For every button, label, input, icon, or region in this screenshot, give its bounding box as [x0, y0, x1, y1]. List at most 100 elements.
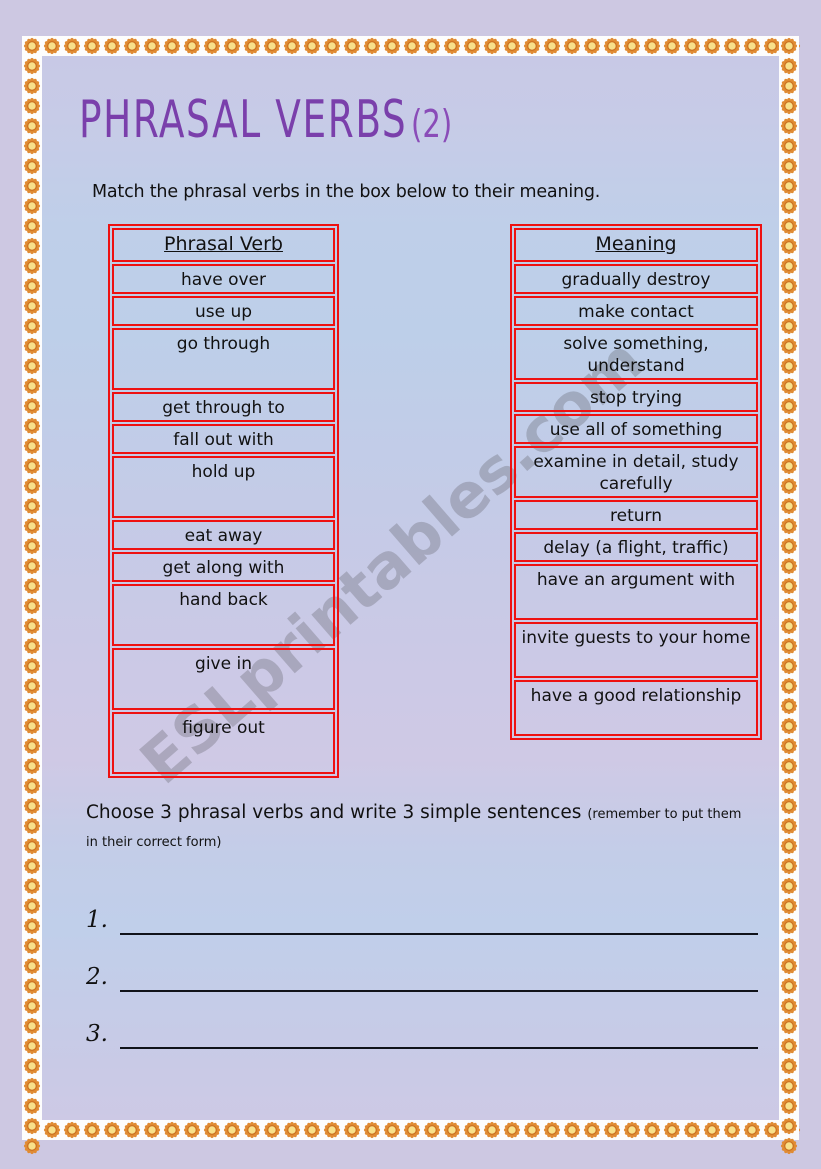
sunflower-icon	[780, 397, 798, 415]
table-row[interactable]: solve something, understand	[514, 328, 758, 380]
sunflower-icon	[23, 217, 41, 235]
border-flower	[662, 1120, 682, 1140]
sunflower-icon	[780, 697, 798, 715]
table-row[interactable]: have over	[112, 264, 335, 294]
border-flower	[22, 796, 42, 816]
sunflower-icon	[223, 37, 241, 55]
table-row[interactable]: stop trying	[514, 382, 758, 412]
border-flower	[22, 196, 42, 216]
sunflower-icon	[143, 1121, 161, 1139]
table-row[interactable]: have an argument with	[514, 564, 758, 620]
table-row[interactable]: examine in detail, study carefully	[514, 446, 758, 498]
sunflower-icon	[303, 1121, 321, 1139]
border-flower	[22, 216, 42, 236]
border-flower	[22, 936, 42, 956]
border-flower	[22, 956, 42, 976]
sunflower-icon	[423, 37, 441, 55]
table-row[interactable]: fall out with	[112, 424, 335, 454]
table-row[interactable]: make contact	[514, 296, 758, 326]
border-flower	[779, 916, 799, 936]
table-row[interactable]: use up	[112, 296, 335, 326]
table-row[interactable]: gradually destroy	[514, 264, 758, 294]
border-flower	[779, 176, 799, 196]
border-flower	[779, 496, 799, 516]
table-row[interactable]: have a good relationship	[514, 680, 758, 736]
sunflower-icon	[23, 257, 41, 275]
border-flower	[62, 1120, 82, 1140]
border-flower	[779, 336, 799, 356]
border-flower	[562, 36, 582, 56]
border-flower	[62, 36, 82, 56]
answer-input-line[interactable]	[120, 989, 758, 992]
border-flower	[779, 476, 799, 496]
border-flower	[502, 36, 522, 56]
sunflower-icon	[780, 417, 798, 435]
table-row[interactable]: hand back	[112, 584, 335, 646]
sunflower-icon	[283, 37, 301, 55]
border-flower	[779, 576, 799, 596]
sunflower-icon	[780, 817, 798, 835]
table-row[interactable]: get through to	[112, 392, 335, 422]
sunflower-icon	[123, 1121, 141, 1139]
sunflower-icon	[363, 1121, 381, 1139]
border-flower	[542, 1120, 562, 1140]
sunflower-icon	[780, 77, 798, 95]
sunflower-icon	[283, 1121, 301, 1139]
sunflower-icon	[780, 957, 798, 975]
border-flower	[779, 756, 799, 776]
border-flower	[142, 36, 162, 56]
border-flower	[22, 156, 42, 176]
answer-input-line[interactable]	[120, 932, 758, 935]
table-row[interactable]: return	[514, 500, 758, 530]
sunflower-icon	[780, 557, 798, 575]
sunflower-icon	[23, 397, 41, 415]
border-flower	[779, 256, 799, 276]
sunflower-icon	[780, 1057, 798, 1075]
border-flower	[602, 36, 622, 56]
sunflower-icon	[583, 37, 601, 55]
table-row[interactable]: give in	[112, 648, 335, 710]
border-flower	[702, 36, 722, 56]
sunflower-icon	[780, 997, 798, 1015]
sunflower-icon	[743, 37, 761, 55]
border-flower	[142, 1120, 162, 1140]
border-flower	[82, 36, 102, 56]
table-row[interactable]: hold up	[112, 456, 335, 518]
table-row[interactable]: delay (a flight, traffic)	[514, 532, 758, 562]
border-flower	[779, 436, 799, 456]
sunflower-icon	[243, 37, 261, 55]
table-row[interactable]: eat away	[112, 520, 335, 550]
border-flower	[442, 1120, 462, 1140]
border-flower	[402, 36, 422, 56]
table-row[interactable]: use all of something	[514, 414, 758, 444]
border-flower	[722, 1120, 742, 1140]
border-flower	[779, 816, 799, 836]
sunflower-icon	[483, 37, 501, 55]
table-row[interactable]: figure out	[112, 712, 335, 774]
sunflower-icon	[780, 157, 798, 175]
sunflower-icon	[223, 1121, 241, 1139]
sunflower-icon	[463, 1121, 481, 1139]
sunflower-icon	[23, 1057, 41, 1075]
answer-input-line[interactable]	[120, 1046, 758, 1049]
decorative-border-left	[22, 36, 42, 1155]
table-row[interactable]: go through	[112, 328, 335, 390]
sunflower-icon	[23, 717, 41, 735]
sunflower-icon	[463, 37, 481, 55]
sunflower-icon	[563, 1121, 581, 1139]
table-row[interactable]: get along with	[112, 552, 335, 582]
border-flower	[779, 856, 799, 876]
border-flower	[702, 1120, 722, 1140]
sunflower-icon	[163, 37, 181, 55]
border-flower	[779, 236, 799, 256]
border-flower	[22, 516, 42, 536]
sunflower-icon	[83, 1121, 101, 1139]
worksheet-sheet: ESLprintables.com PHRASAL VERBS (2) Matc…	[42, 56, 779, 1120]
border-flower	[779, 696, 799, 716]
border-flower	[722, 36, 742, 56]
table-row[interactable]: invite guests to your home	[514, 622, 758, 678]
sunflower-icon	[323, 37, 341, 55]
page-title-main: PHRASAL VERBS	[79, 90, 408, 150]
decorative-border-top	[22, 36, 801, 56]
sunflower-icon	[383, 37, 401, 55]
